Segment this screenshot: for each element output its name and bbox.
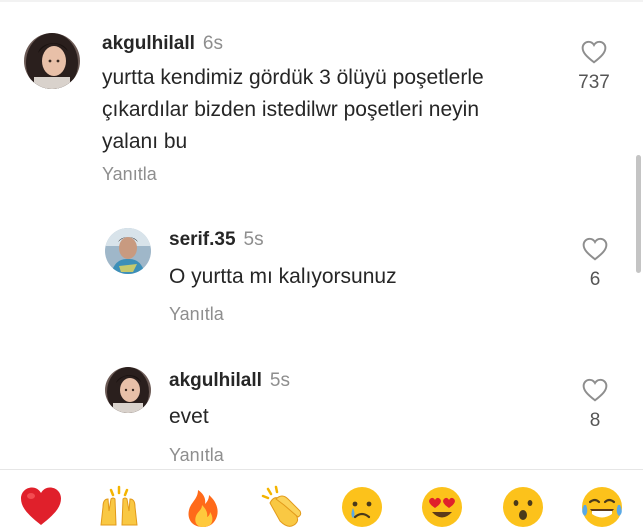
tears-of-joy-icon[interactable] [580, 485, 624, 529]
username[interactable]: serif.35 [169, 229, 236, 250]
heart-outline-icon[interactable] [582, 237, 608, 261]
divider [0, 469, 643, 470]
like-count[interactable]: 8 [565, 410, 625, 432]
crying-face-icon[interactable] [340, 485, 384, 529]
comment-text: yurtta kendimiz gördük 3 ölüyü poşetlerl… [102, 66, 484, 153]
comment-header: akgulhilall 6s [102, 33, 223, 55]
reply-button[interactable]: Yanıtla [102, 163, 157, 185]
username[interactable]: akgulhilall [102, 33, 195, 54]
comment-text: O yurtta mı kalıyorsunuz [169, 265, 397, 288]
like-count[interactable]: 737 [564, 72, 624, 94]
surprised-face-icon[interactable] [501, 485, 545, 529]
top-edge [0, 0, 643, 2]
emoji-reaction-bar [0, 480, 643, 531]
raising-hands-icon[interactable] [97, 485, 141, 529]
heart-eyes-icon[interactable] [420, 485, 464, 529]
reply-button[interactable]: Yanıtla [169, 444, 224, 466]
avatar[interactable] [24, 33, 80, 89]
comments-screen: akgulhilall 6s yurtta kendimiz gördük 3 ö… [0, 0, 643, 531]
timestamp: 6s [202, 33, 223, 54]
comment-header: akgulhilall 5s [169, 370, 290, 392]
avatar-photo-icon [24, 33, 80, 89]
timestamp: 5s [243, 229, 264, 250]
like-column: 8 [565, 378, 625, 432]
timestamp: 5s [269, 370, 290, 391]
fire-icon[interactable] [181, 485, 225, 529]
heart-outline-icon[interactable] [582, 378, 608, 402]
avatar[interactable] [105, 367, 151, 413]
avatar-photo-icon [105, 367, 151, 413]
clapping-hands-icon[interactable] [260, 485, 304, 529]
like-column: 737 [564, 40, 624, 94]
heart-outline-icon[interactable] [581, 40, 607, 64]
comment-header: serif.35 5s [169, 229, 264, 251]
avatar[interactable] [105, 228, 151, 274]
red-heart-icon[interactable] [19, 485, 63, 529]
scrollbar[interactable] [636, 155, 641, 273]
like-count[interactable]: 6 [565, 269, 625, 291]
comment-text: evet [169, 405, 209, 428]
username[interactable]: akgulhilall [169, 370, 262, 391]
avatar-photo-icon [105, 228, 151, 274]
reply-button[interactable]: Yanıtla [169, 303, 224, 325]
like-column: 6 [565, 237, 625, 291]
